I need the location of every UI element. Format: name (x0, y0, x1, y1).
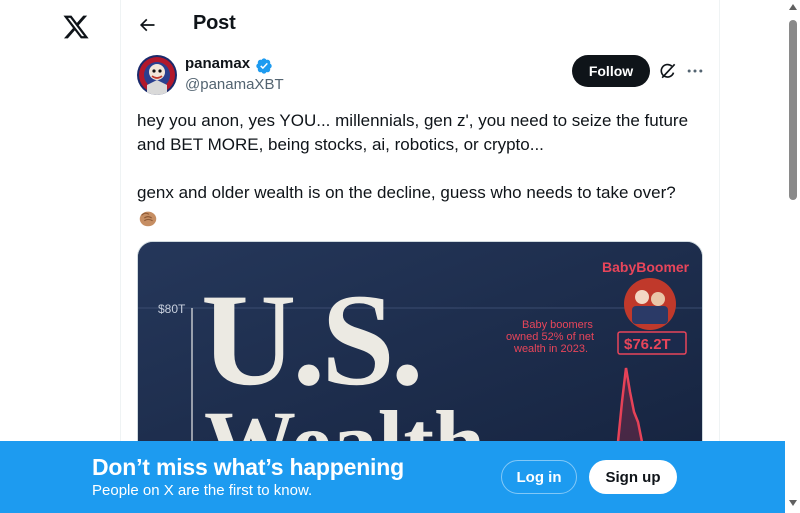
media-annotation-line-2: owned 52% of net (506, 331, 594, 343)
login-prompt-banner: Don’t miss what’s happening People on X … (0, 441, 785, 513)
grok-icon[interactable] (658, 61, 678, 81)
banner-subtitle: People on X are the first to know. (92, 482, 313, 499)
back-arrow-icon[interactable] (137, 14, 157, 36)
page-title: Post (193, 12, 236, 34)
media-annotation-line-3: wealth in 2023. (513, 343, 588, 355)
banner-title: Don’t miss what’s happening (92, 454, 404, 480)
scroll-up-arrow-icon[interactable] (789, 4, 797, 10)
post-media-image[interactable]: $80T U.S. Wealth BabyBoomer Baby boomers… (137, 241, 703, 461)
fist-bump-emoji-icon (139, 211, 157, 227)
scrollbar-thumb[interactable] (789, 20, 797, 200)
post-text-paragraph-2: genx and older wealth is on the decline,… (137, 183, 676, 202)
scroll-down-arrow-icon[interactable] (789, 500, 797, 506)
signup-button[interactable]: Sign up (589, 460, 677, 494)
post-text-paragraph-1: hey you anon, yes YOU... millennials, ge… (137, 111, 689, 154)
media-title-line-1: U.S. (201, 266, 420, 413)
media-value-badge: $76.2T (624, 336, 671, 353)
author-display-name[interactable]: panamax (185, 55, 250, 72)
media-series-label: BabyBoomer (602, 259, 690, 275)
avatar[interactable] (137, 55, 177, 95)
author-handle[interactable]: @panamaXBT (185, 76, 284, 93)
follow-button[interactable]: Follow (572, 55, 650, 87)
media-axis-tick: $80T (158, 302, 186, 316)
post-text: hey you anon, yes YOU... millennials, ge… (137, 109, 707, 205)
x-logo-icon[interactable] (62, 13, 90, 41)
more-options-icon[interactable] (685, 61, 705, 81)
login-button[interactable]: Log in (501, 460, 577, 494)
verified-badge-icon (256, 58, 272, 74)
media-annotation-line-1: Baby boomers (522, 319, 593, 331)
